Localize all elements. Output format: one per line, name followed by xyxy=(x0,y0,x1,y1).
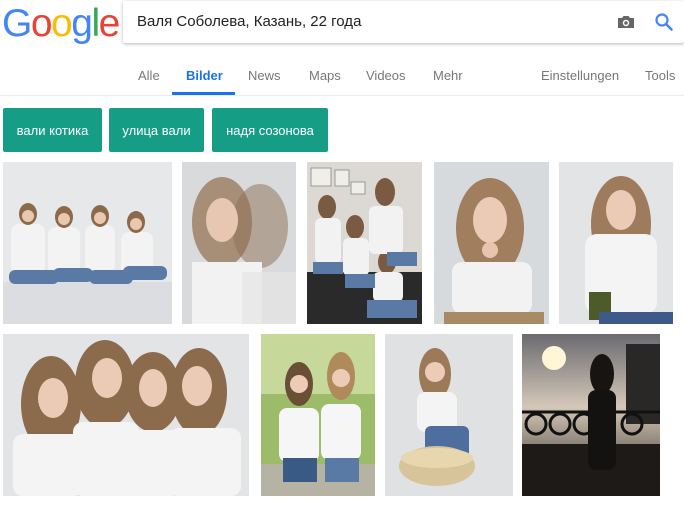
tab-maps[interactable]: Maps xyxy=(309,68,341,83)
search-input[interactable]: Валя Соболева, Казань, 22 года xyxy=(137,13,361,30)
tab-news[interactable]: News xyxy=(248,68,281,83)
google-logo[interactable]: Google xyxy=(2,2,121,45)
search-tabs: Alle Bilder News Maps Videos Mehr Einste… xyxy=(0,44,684,96)
related-chip[interactable]: вали котика xyxy=(3,108,102,152)
search-icon[interactable] xyxy=(654,12,674,32)
related-chip[interactable]: улица вали xyxy=(109,108,204,152)
tab-videos[interactable]: Videos xyxy=(366,68,406,83)
camera-icon[interactable] xyxy=(617,13,635,31)
image-girl-with-candle[interactable] xyxy=(559,162,673,324)
tab-einstellungen[interactable]: Einstellungen xyxy=(541,68,619,83)
logo-letter: l xyxy=(91,2,100,45)
image-girl-portrait-overlay[interactable] xyxy=(182,162,296,324)
logo-letter: o xyxy=(51,2,73,45)
tab-tools[interactable]: Tools xyxy=(645,68,675,83)
image-three-girls-sofa[interactable] xyxy=(307,162,422,324)
image-four-girls-sitting[interactable] xyxy=(3,162,172,324)
image-four-girls-closeup[interactable] xyxy=(3,334,249,496)
active-tab-indicator xyxy=(172,92,235,95)
tab-alle[interactable]: Alle xyxy=(138,68,160,83)
tab-mehr[interactable]: Mehr xyxy=(433,68,463,83)
related-chip[interactable]: надя созонова xyxy=(212,108,328,152)
image-girl-hand-chin[interactable] xyxy=(434,162,549,324)
logo-letter: G xyxy=(2,2,32,45)
image-girl-on-pouf[interactable] xyxy=(385,334,513,496)
image-girl-sunset-railing[interactable] xyxy=(522,334,660,496)
image-two-girls-park[interactable] xyxy=(261,334,375,496)
search-box[interactable]: Валя Соболева, Казань, 22 года xyxy=(123,1,684,43)
tab-bilder[interactable]: Bilder xyxy=(186,68,223,83)
logo-letter: o xyxy=(30,2,53,45)
logo-letter: g xyxy=(71,2,93,45)
logo-letter: e xyxy=(98,2,121,45)
